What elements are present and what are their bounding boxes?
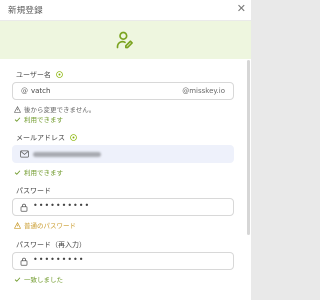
email-label-text: メールアドレス [16,134,65,142]
password-label-text: パスワード [16,187,51,195]
password-strength: 普通のパスワード [13,220,76,230]
email-input[interactable] [12,145,234,163]
email-value-redacted [33,152,101,157]
dialog-title: 新規登録 [8,6,43,16]
password-confirm-status-text: 一致しました [24,276,63,284]
scrollbar[interactable] [247,60,250,235]
password-confirm-label-text: パスワード（再入力） [16,241,86,249]
username-prefix: @ [21,87,28,95]
password-confirm-value: ••••••••• [33,255,85,264]
help-icon[interactable] [56,71,63,78]
user-add-icon [116,31,133,49]
username-value: vatch [31,87,51,95]
username-status: 利用できます [14,114,63,124]
username-label: ユーザー名 [16,70,63,80]
email-status: 利用できます [14,167,63,177]
signup-dialog: 新規登録 ✕ ユーザー名 @ vatch @misskey.io 後から変更でき… [0,0,251,300]
username-warning-text: 後から変更できません。 [24,106,96,114]
password-value: •••••••••• [33,201,91,210]
password-strength-text: 普通のパスワード [24,222,76,230]
username-status-text: 利用できます [24,116,63,124]
close-icon[interactable]: ✕ [237,3,246,15]
username-warning: 後から変更できません。 [13,104,96,114]
email-label: メールアドレス [16,133,78,143]
lock-icon [20,257,28,266]
help-icon[interactable] [70,134,78,141]
warning-icon [13,105,22,113]
lock-icon [20,203,28,212]
warning-icon [13,221,22,229]
email-status-text: 利用できます [24,169,63,177]
dialog-header-banner [0,21,251,59]
dialog-titlebar: 新規登録 ✕ [0,0,251,21]
mail-icon [20,150,29,158]
check-icon [14,117,21,122]
password-input[interactable]: •••••••••• [12,198,234,216]
password-confirm-input[interactable]: ••••••••• [12,252,234,270]
username-label-text: ユーザー名 [16,71,51,79]
password-label: パスワード [16,186,51,196]
username-host-suffix: @misskey.io [182,87,225,95]
username-input[interactable]: @ vatch @misskey.io [12,82,234,100]
password-confirm-status: 一致しました [14,274,63,284]
check-icon [14,277,21,282]
password-confirm-label: パスワード（再入力） [16,240,86,250]
check-icon [14,170,21,175]
